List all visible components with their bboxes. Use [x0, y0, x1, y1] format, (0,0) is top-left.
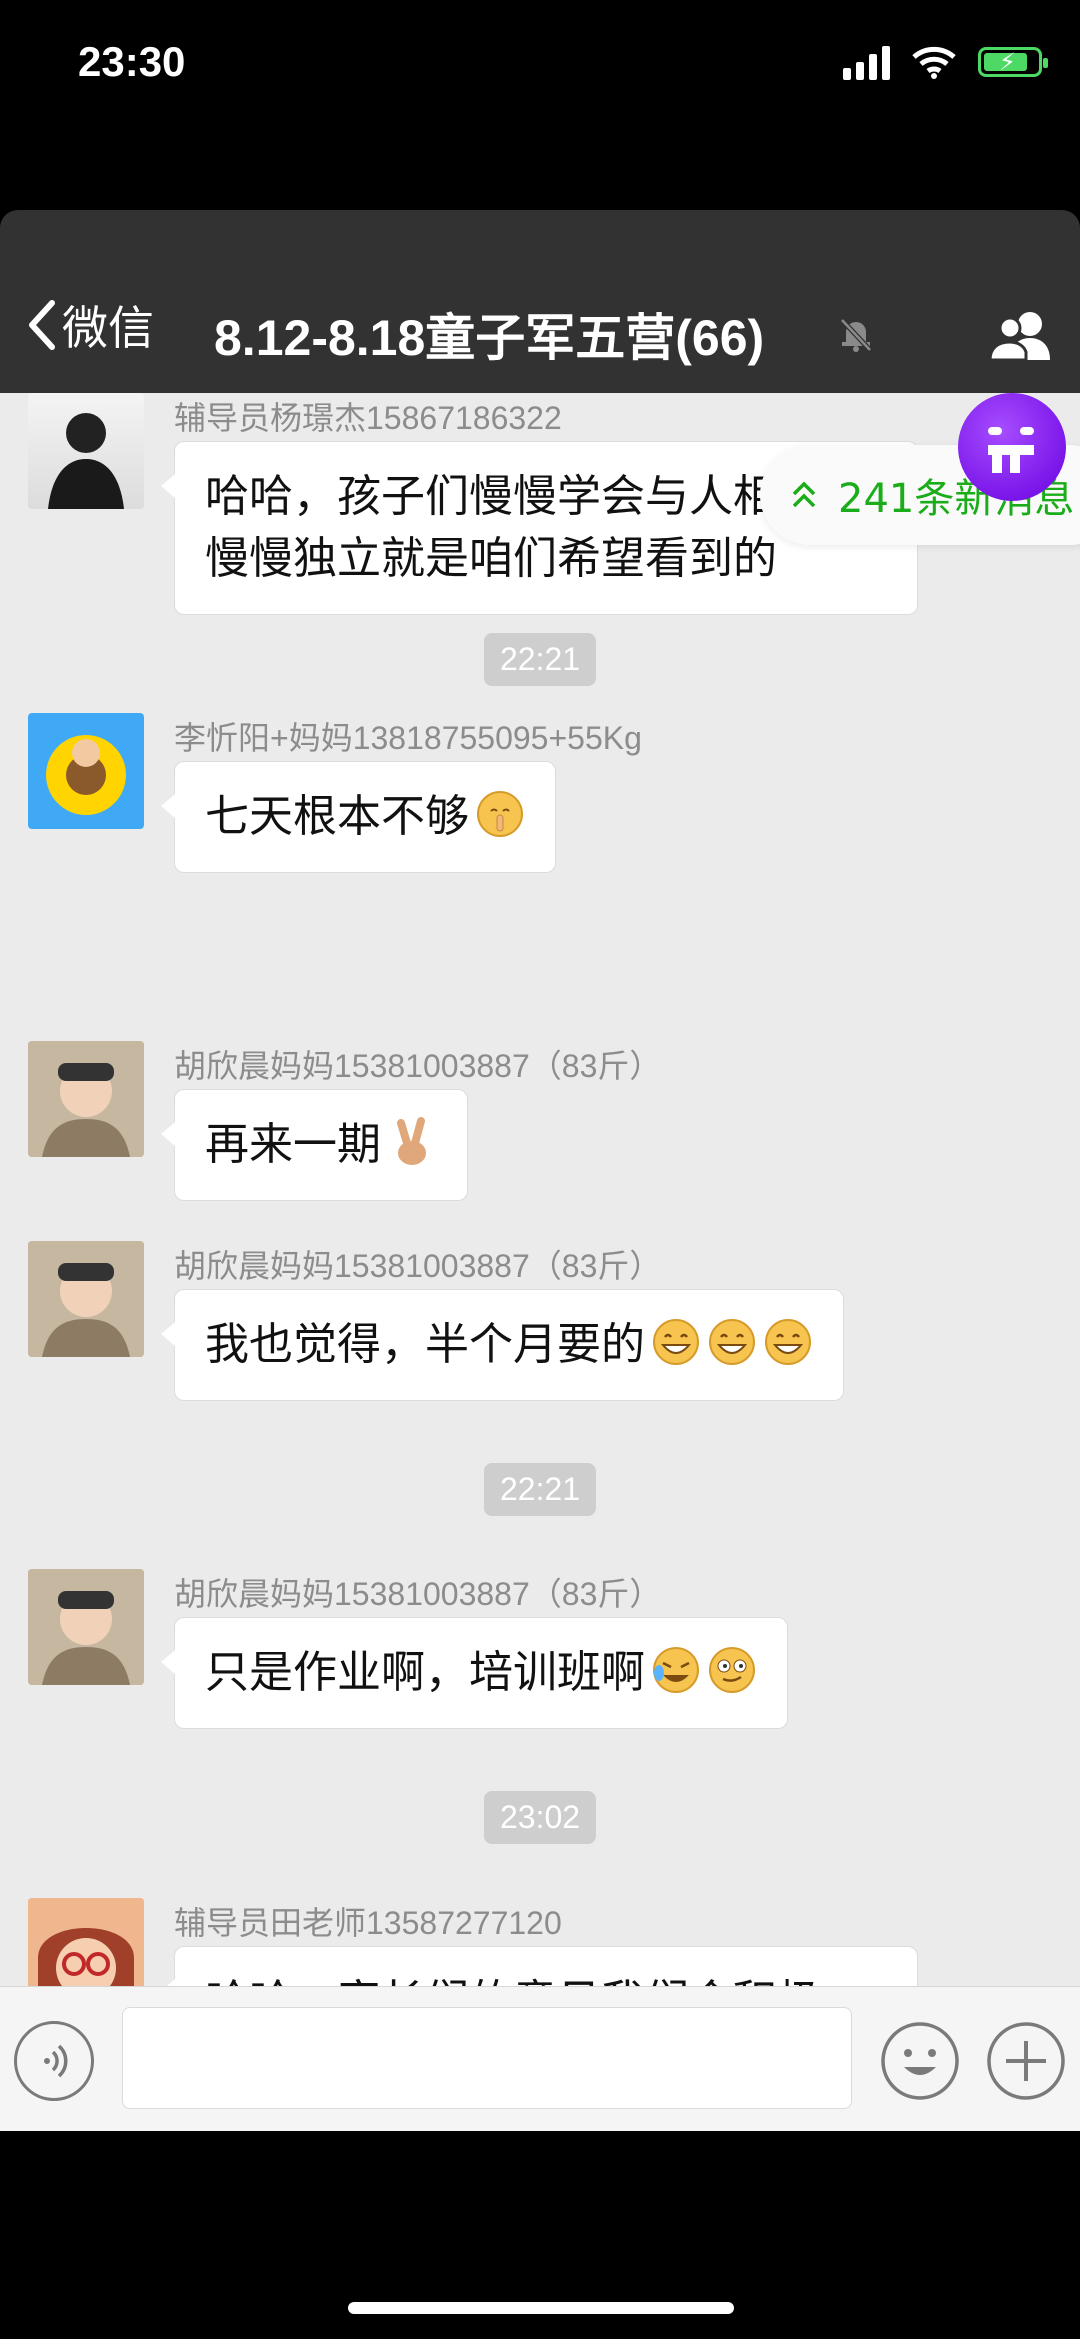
system-icons: ⚡	[843, 44, 1048, 80]
wifi-icon	[912, 46, 956, 79]
avatar[interactable]	[28, 1041, 144, 1157]
floating-assistant-button[interactable]	[958, 393, 1066, 501]
message-text: 再来一期	[205, 1119, 381, 1170]
timestamp: 22:21	[483, 1463, 597, 1516]
sender-name: 辅导员田老师13587277120	[174, 1905, 562, 1941]
avatar[interactable]	[28, 1898, 144, 1986]
plus-icon[interactable]	[986, 2021, 1066, 2101]
voice-button[interactable]	[14, 2021, 94, 2101]
grin-emoji-icon	[653, 1319, 699, 1365]
message-bubble[interactable]: 我也觉得，半个月要的	[161, 1289, 844, 1401]
grin-emoji-icon	[709, 1319, 755, 1365]
group-members-icon[interactable]	[988, 308, 1054, 362]
message-bubble[interactable]: 只是作业啊，培训班啊	[161, 1617, 788, 1729]
emoji-icon[interactable]	[880, 2021, 960, 2101]
timestamp: 23:02	[483, 1791, 597, 1844]
sender-name: 辅导员杨璟杰15867186322	[174, 400, 562, 436]
back-button[interactable]: 微信	[26, 292, 154, 358]
smirk-emoji-icon	[709, 1647, 755, 1693]
mute-icon	[840, 318, 872, 352]
voice-icon	[44, 2044, 68, 2078]
message-bubble[interactable]: 再来一期	[161, 1089, 468, 1201]
input-bar	[0, 1986, 1080, 2131]
battery-icon: ⚡	[978, 47, 1048, 77]
double-chevron-up-icon	[792, 481, 816, 508]
message-text: 哈哈，家长们的意见我们会积极	[205, 1976, 821, 1986]
message-text: 七天根本不够	[205, 791, 469, 842]
sender-name: 李忻阳+妈妈13818755095+55Kg	[174, 720, 642, 756]
avatar[interactable]	[28, 393, 144, 509]
status-bar: 23:30 ⚡	[0, 0, 1080, 140]
chat-area[interactable]: 辅导员杨璟杰15867186322 哈哈，孩子们慢慢学会与人相处，慢慢独立就是咱…	[0, 393, 1080, 1986]
sender-name: 胡欣晨妈妈15381003887（83斤）	[174, 1048, 662, 1084]
status-time: 23:30	[78, 38, 186, 85]
message-bubble[interactable]: 七天根本不够	[161, 761, 556, 873]
message-text: 我也觉得，半个月要的	[205, 1319, 645, 1370]
chat-header: 微信 8.12-8.18童子军五营(66)	[0, 210, 1080, 393]
timestamp: 22:21	[483, 633, 597, 686]
back-chevron-icon	[29, 300, 55, 350]
shush-emoji-icon	[477, 791, 523, 837]
message-text: 只是作业啊，培训班啊	[205, 1647, 645, 1698]
grin-emoji-icon	[765, 1319, 811, 1365]
signal-icon	[843, 44, 890, 80]
sender-name: 胡欣晨妈妈15381003887（83斤）	[174, 1248, 662, 1284]
avatar[interactable]	[28, 713, 144, 829]
avatar[interactable]	[28, 1241, 144, 1357]
victory-hand-emoji-icon	[397, 1117, 426, 1165]
avatar[interactable]	[28, 1569, 144, 1685]
home-indicator[interactable]	[348, 2302, 734, 2314]
back-label: 微信	[62, 301, 154, 355]
message-bubble[interactable]: 哈哈，家长们的意见我们会积极	[161, 1946, 918, 1986]
chat-title: 8.12-8.18童子军五营(66)	[214, 310, 765, 366]
laugh-cry-emoji-icon	[653, 1647, 699, 1693]
message-input[interactable]	[122, 2007, 852, 2109]
sender-name: 胡欣晨妈妈15381003887（83斤）	[174, 1576, 662, 1612]
assistant-face-icon	[988, 427, 1034, 473]
